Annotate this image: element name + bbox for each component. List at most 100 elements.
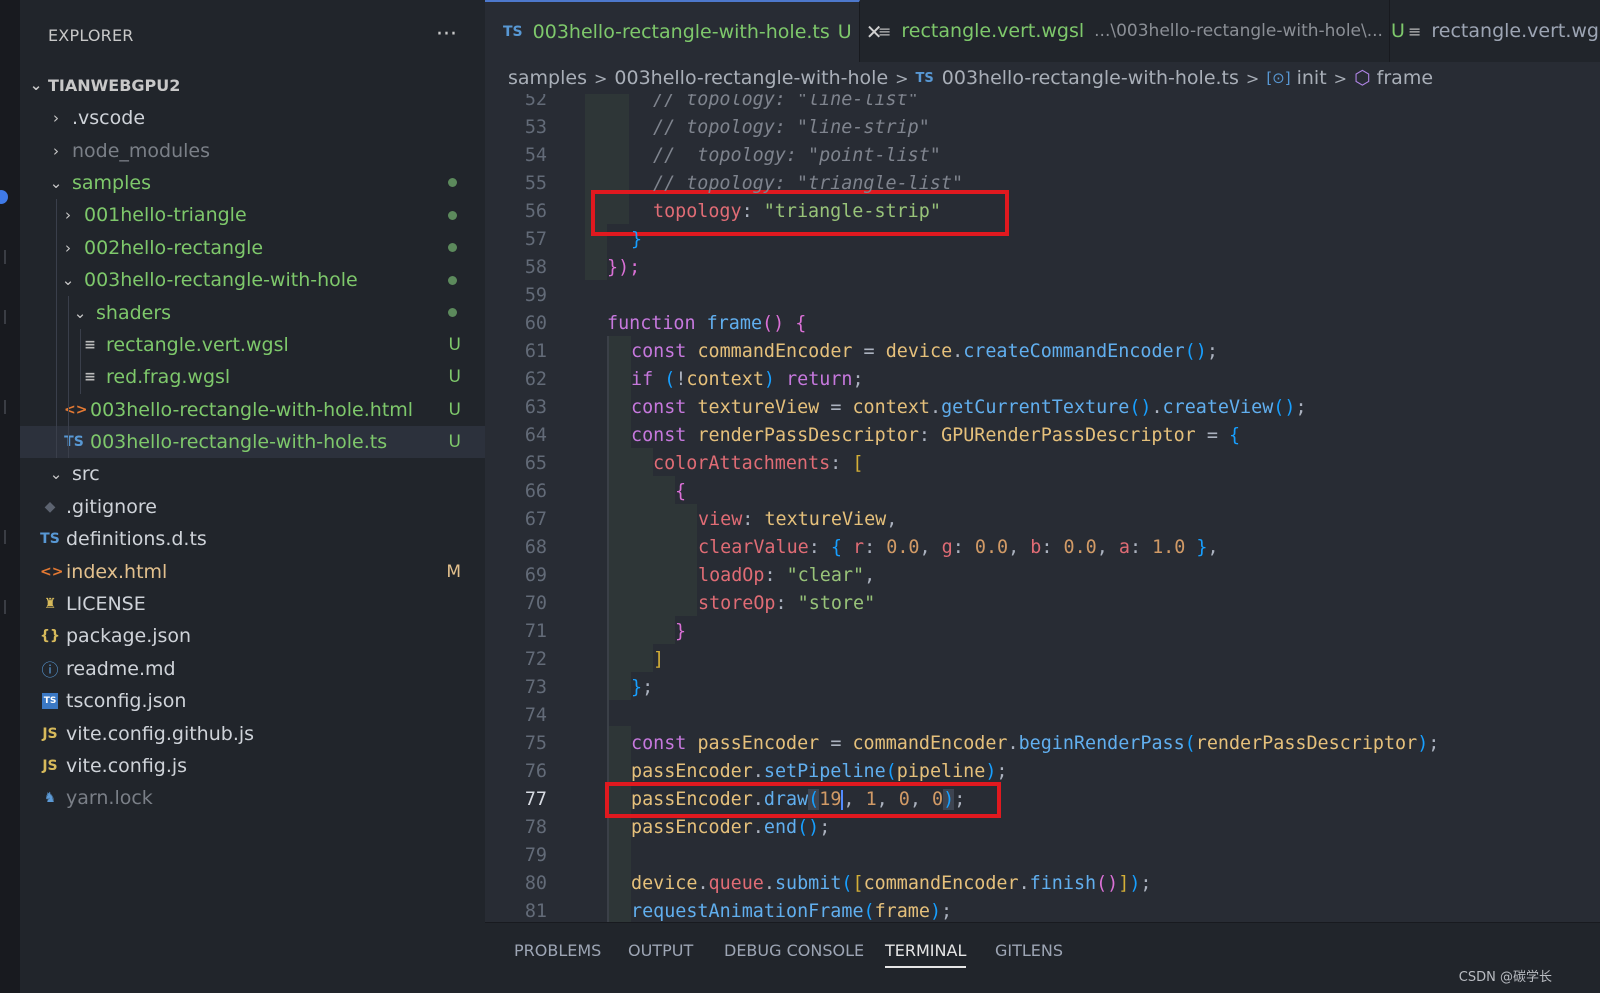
html-icon: <> [64, 401, 88, 418]
explorer-header: EXPLORER ··· [20, 0, 485, 70]
tab-003-ts[interactable]: TS 003hello-rectangle-with-hole.ts U ✕ [485, 0, 882, 62]
tree-item-002hello-rectangle[interactable]: › 002hello-rectangle [20, 231, 485, 264]
tree-item-label: .gitignore [66, 495, 157, 518]
tree-item-label: yarn.lock [66, 787, 153, 810]
activity-icon[interactable] [4, 400, 6, 414]
tree-item-rectangle-vert-wgsl[interactable]: ≡ rectangle.vert.wgsl U [20, 328, 485, 362]
tab-gitlens[interactable]: GITLENS [995, 941, 1063, 960]
tab-terminal[interactable]: TERMINAL [885, 941, 967, 968]
activity-icon[interactable] [4, 310, 6, 324]
code-token: finish [1029, 873, 1097, 895]
activity-bar [0, 0, 20, 993]
comment: // topology: "triangle-list" [653, 173, 964, 195]
chevron-right-icon: › [65, 238, 71, 257]
tree-item-003hello-rectangle-with-hole[interactable]: ⌄ 003hello-rectangle-with-hole [20, 263, 485, 297]
activity-icon[interactable] [4, 600, 6, 614]
code-token: colorAttachments [653, 453, 831, 475]
tree-item-label: readme.md [66, 657, 176, 680]
tree-item-label: LICENSE [66, 593, 146, 616]
code-token: textureView [697, 397, 820, 419]
info-icon: ⓘ [41, 661, 59, 682]
account-badge-icon[interactable] [0, 190, 8, 204]
chevron-down-icon: ⌄ [61, 271, 75, 290]
tree-item-label: index.html [66, 560, 168, 583]
tree-item-shaders[interactable]: ⌄ shaders [20, 296, 485, 329]
git-status-dot [448, 275, 457, 285]
code-token: createView [1162, 397, 1274, 419]
code-token: 1.0 [1152, 537, 1186, 559]
code-token: clearValue [698, 537, 809, 559]
tree-item-tsconfig-json[interactable]: TS tsconfig.json [20, 685, 485, 717]
tree-item-node-modules[interactable]: › node_modules [20, 134, 485, 166]
breadcrumb-item[interactable]: samples [508, 67, 587, 89]
tree-item-gitignore[interactable]: ◆ .gitignore [20, 491, 485, 523]
tree-item-vite-config-github-js[interactable]: JS vite.config.github.js [20, 717, 485, 749]
chevron-right-icon: > [1245, 68, 1260, 88]
tab-rectangle-vert-wgsl-2[interactable]: ≡ rectangle.vert.wgsl [1390, 0, 1600, 62]
workspace-root[interactable]: ⌄ TIANWEBGPU2 [20, 70, 485, 100]
code-token: return [786, 369, 853, 391]
chevron-right-icon: > [593, 68, 608, 88]
code-line: 55 // topology: "triangle-list" [485, 170, 1600, 198]
code-token: context [852, 397, 930, 419]
indent-guide [56, 263, 57, 297]
code-token: 0 [932, 789, 944, 811]
activity-icon[interactable] [4, 250, 6, 264]
line-number: 55 [524, 173, 547, 195]
tree-item-yarn-lock[interactable]: ♞ yarn.lock [20, 782, 485, 814]
indent-guide [68, 328, 69, 362]
tree-item-index-html[interactable]: <> index.html M [20, 555, 485, 587]
more-actions-icon[interactable]: ··· [436, 24, 457, 46]
tree-item-license[interactable]: ♜ LICENSE [20, 588, 485, 620]
tab-output[interactable]: OUTPUT [628, 941, 693, 960]
ts-icon: TS [503, 24, 523, 40]
tab-problems[interactable]: PROBLEMS [514, 941, 601, 960]
code-token: passEncoder [631, 789, 753, 811]
code-token: submit [774, 873, 842, 895]
tree-item-src[interactable]: ⌄ src [20, 458, 485, 490]
code-token: context [686, 369, 764, 391]
indent-guide [80, 328, 81, 362]
tree-item-samples[interactable]: ⌄ samples [20, 167, 485, 199]
indent-guide [56, 393, 57, 426]
tree-item-readme-md[interactable]: ⓘ readme.md [20, 653, 485, 685]
tree-item-001hello-triangle[interactable]: › 001hello-triangle [20, 199, 485, 232]
code-token: passEncoder [631, 817, 753, 839]
indent-guide [56, 296, 57, 329]
watermark: CSDN @碳学长 [1458, 970, 1552, 985]
html-icon: <> [40, 563, 64, 580]
code-token: 19 [819, 789, 842, 811]
tree-item-definitions-d-ts[interactable]: TS definitions.d.ts [20, 523, 485, 555]
code-editor[interactable]: 52 // topology: "line-list" 53 // topology… [485, 94, 1600, 922]
line-number: 63 [524, 397, 547, 419]
breadcrumb-item[interactable]: frame [1377, 67, 1433, 89]
tree-item-003-html[interactable]: <> 003hello-rectangle-with-hole.html U [20, 393, 485, 426]
breadcrumb-item[interactable]: 003hello-rectangle-with-hole.ts [942, 67, 1239, 89]
activity-icon[interactable] [4, 530, 6, 544]
indent-guide [56, 361, 57, 394]
tree-item-red-frag-wgsl[interactable]: ≡ red.frag.wgsl U [20, 361, 485, 394]
tree-item-label: package.json [66, 625, 192, 648]
code-token: "triangle-strip" [763, 201, 941, 223]
tree-item-package-json[interactable]: {} package.json [20, 620, 485, 652]
line-number: 65 [524, 453, 547, 475]
lines-icon: ≡ [1408, 21, 1422, 41]
code-line: 79 [485, 842, 1600, 870]
code-line: 68 clearValue: { r: 0.0, g: 0.0, b: 0.0, … [485, 534, 1600, 562]
breadcrumb-item[interactable]: 003hello-rectangle-with-hole [614, 67, 888, 89]
line-number: 67 [524, 509, 547, 531]
code-line: 57} [485, 226, 1600, 254]
code-line: 53 // topology: "line-strip" [485, 114, 1600, 142]
tree-item-vscode[interactable]: › .vscode [20, 102, 485, 134]
tab-rectangle-vert-wgsl[interactable]: ≡ rectangle.vert.wgsl ...\003hello-recta… [860, 0, 1405, 62]
tree-item-003-ts[interactable]: TS 003hello-rectangle-with-hole.ts U [20, 425, 485, 459]
breadcrumb-item[interactable]: init [1297, 67, 1327, 89]
code-token: if [631, 369, 654, 391]
code-line: 65 colorAttachments: [ [485, 450, 1600, 478]
tsconfig-icon: TS [42, 693, 58, 710]
tab-debug-console[interactable]: DEBUG CONSOLE [724, 941, 864, 960]
tree-item-vite-config-js[interactable]: JS vite.config.js [20, 750, 485, 782]
line-number: 66 [524, 481, 547, 503]
lines-icon: ≡ [84, 336, 96, 353]
line-number: 72 [524, 649, 547, 671]
